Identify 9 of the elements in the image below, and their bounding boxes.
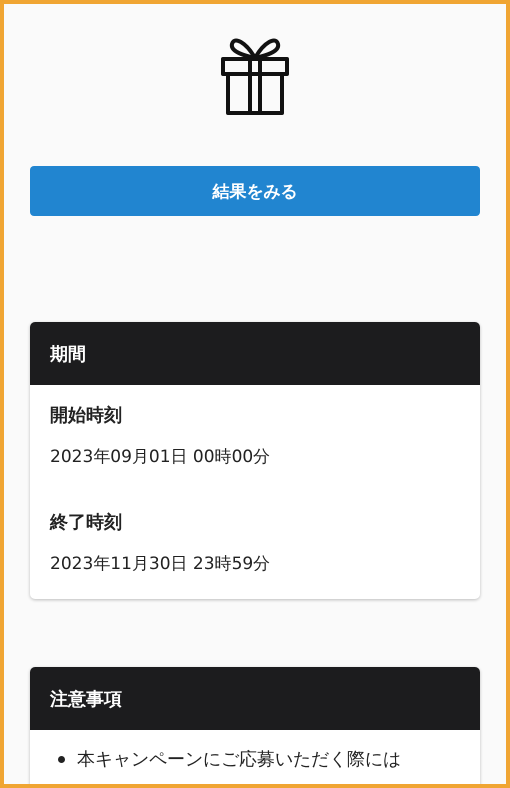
card-header: 注意事項 bbox=[30, 667, 480, 730]
field-label: 終了時刻 bbox=[50, 511, 123, 534]
note-item: 本キャンペーンにご応募いただく際には bbox=[77, 748, 401, 772]
field-value: 2023年11月30日 23時59分 bbox=[50, 553, 272, 575]
field-value: 2023年09月01日 00時00分 bbox=[50, 446, 272, 468]
card-header: 期間 bbox=[30, 322, 480, 385]
result-button[interactable]: 結果をみる bbox=[30, 166, 480, 216]
bullet-icon bbox=[58, 756, 65, 763]
field-label: 開始時刻 bbox=[50, 404, 123, 427]
